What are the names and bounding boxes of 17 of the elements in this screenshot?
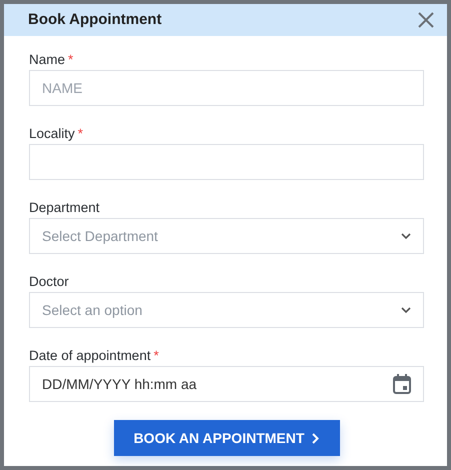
input-field[interactable]: NAME <box>29 70 424 106</box>
calendar-icon[interactable] <box>393 374 411 394</box>
field-label: Doctor <box>29 273 70 291</box>
chevron-down-icon <box>401 307 411 313</box>
field-label: Name * <box>29 51 74 69</box>
dialog-title: Book Appointment <box>28 10 162 30</box>
close-icon <box>417 11 435 29</box>
select-field[interactable]: Select Department <box>29 218 424 254</box>
book-appointment-button[interactable]: BOOK AN APPOINTMENT <box>114 420 340 456</box>
select-field[interactable]: Select an option <box>29 292 424 328</box>
field-label: Department <box>29 199 101 217</box>
field-label: Date of appointment * <box>29 347 160 365</box>
chevron-down-icon <box>401 233 411 239</box>
chevron-right-icon <box>312 432 320 444</box>
date-field[interactable]: DD/MM/YYYY hh:mm aa <box>29 366 424 402</box>
input-field[interactable] <box>29 144 424 180</box>
field-label: Locality * <box>29 125 84 143</box>
